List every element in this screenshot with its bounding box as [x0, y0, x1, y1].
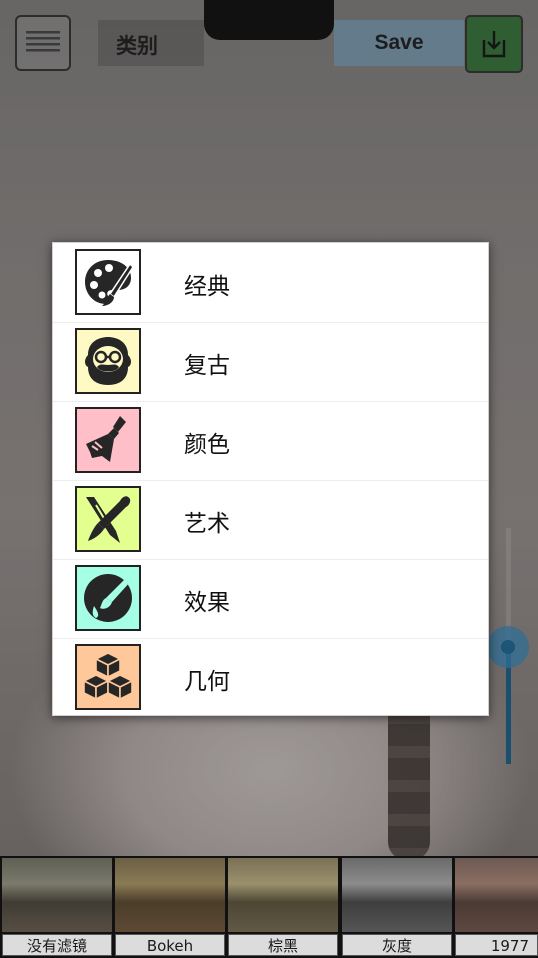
brush-pen-icon	[75, 486, 141, 552]
category-item-effects[interactable]: 效果	[53, 559, 488, 639]
download-icon	[482, 31, 506, 58]
palette-icon	[75, 249, 141, 315]
device-notch	[204, 0, 334, 40]
filter-preview-image	[2, 858, 112, 932]
filter-preview-image	[342, 858, 452, 932]
page-title[interactable]: 类别	[116, 30, 158, 60]
download-button[interactable]	[465, 15, 523, 73]
filter-strip[interactable]: 没有滤镜 Bokeh 棕黑 灰度 1977	[0, 856, 538, 958]
category-label: 颜色	[184, 432, 230, 458]
filter-preview-image	[455, 858, 538, 932]
category-item-geometry[interactable]: 几何	[53, 638, 488, 717]
category-item-classic[interactable]: 经典	[53, 243, 488, 323]
save-button[interactable]: Save	[334, 20, 464, 66]
intensity-slider-handle[interactable]	[487, 626, 529, 668]
filter-label: 1977	[455, 934, 538, 956]
filter-label: 棕黑	[228, 934, 338, 956]
effect-brush-icon	[75, 565, 141, 631]
menu-button[interactable]	[15, 15, 71, 71]
category-label: 艺术	[184, 511, 230, 537]
category-dialog: 经典 复古 颜色 艺术 效果 几何	[52, 242, 489, 716]
category-label: 效果	[184, 590, 230, 616]
filter-thumb-grayscale[interactable]: 灰度	[342, 858, 452, 956]
category-item-art[interactable]: 艺术	[53, 480, 488, 560]
paint-brush-icon	[75, 407, 141, 473]
filter-label: 灰度	[342, 934, 452, 956]
filter-thumb-none[interactable]: 没有滤镜	[2, 858, 112, 956]
category-label: 复古	[184, 353, 230, 379]
filter-label: 没有滤镜	[2, 934, 112, 956]
filter-label: Bokeh	[115, 934, 225, 956]
cubes-icon	[75, 644, 141, 710]
filter-preview-image	[115, 858, 225, 932]
category-item-retro[interactable]: 复古	[53, 322, 488, 402]
category-label: 经典	[184, 274, 230, 300]
filter-preview-image	[228, 858, 338, 932]
bearded-man-icon	[75, 328, 141, 394]
filter-thumb-1977[interactable]: 1977	[455, 858, 538, 956]
hamburger-icon	[26, 31, 60, 52]
filter-thumb-bokeh[interactable]: Bokeh	[115, 858, 225, 956]
category-label: 几何	[184, 669, 230, 695]
filter-thumb-sepia[interactable]: 棕黑	[228, 858, 338, 956]
category-item-color[interactable]: 颜色	[53, 401, 488, 481]
